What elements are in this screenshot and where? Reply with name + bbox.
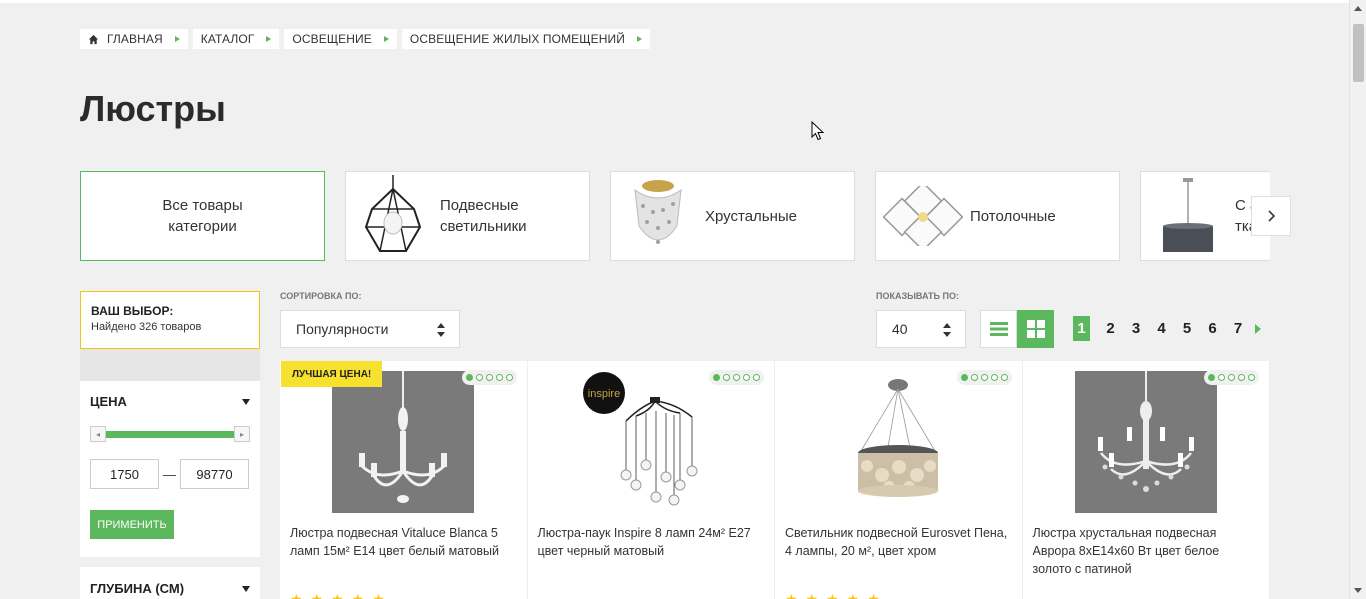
breadcrumb-arrow-icon [636, 36, 642, 42]
product-name[interactable]: Люстра-паук Inspire 8 ламп 24м² E27 цвет… [538, 524, 765, 560]
price-range-track [99, 431, 241, 438]
page-5[interactable]: 5 [1175, 316, 1200, 341]
compare-dots[interactable] [956, 370, 1012, 385]
price-range-slider[interactable]: ◂ ▸ [90, 426, 250, 442]
grid-view-button[interactable] [1017, 310, 1054, 348]
list-view-button[interactable] [980, 310, 1017, 348]
best-price-badge: ЛУЧШАЯ ЦЕНА! [281, 361, 383, 387]
category-ceiling[interactable]: Потолочные [875, 171, 1120, 261]
rating-stars: ★★★★★ [785, 591, 888, 599]
category-label: Потолочные [970, 207, 1056, 225]
svg-text:inspire: inspire [588, 388, 620, 400]
vertical-scrollbar[interactable] [1349, 0, 1366, 599]
breadcrumb-label: ГЛАВНАЯ [107, 32, 163, 46]
product-card[interactable]: ЛУЧШАЯ ЦЕНА! Люстра подвесная Vitaluce B… [280, 361, 528, 599]
scroll-up-icon[interactable] [1354, 6, 1362, 11]
price-max-input[interactable]: 98770 [180, 459, 249, 489]
grid-view-icon [1026, 320, 1045, 338]
category-label: Подвесные светильники [440, 197, 527, 235]
product-image[interactable] [1074, 371, 1217, 513]
caret-down-icon [242, 398, 250, 405]
pendant-cage-lamp-icon [352, 173, 434, 259]
perpage-select[interactable]: 40 [876, 310, 966, 348]
ceiling-led-lamp-icon [882, 173, 964, 259]
perpage-label: ПОКАЗЫВАТЬ ПО: [876, 291, 959, 301]
category-label: Все товары категории [162, 197, 243, 235]
breadcrumb-lighting[interactable]: ОСВЕЩЕНИЕ [284, 29, 397, 49]
price-min-handle[interactable]: ◂ [90, 426, 106, 442]
list-view-icon [989, 322, 1008, 336]
product-card[interactable]: Люстра хрустальная подвесная Аврора 8хЕ1… [1022, 361, 1270, 599]
compare-dots[interactable] [1204, 370, 1259, 385]
depth-filter-header[interactable]: ГЛУБИНА (СМ) [90, 581, 250, 596]
product-name[interactable]: Светильник подвесной Eurosvet Пена, 4 ла… [785, 524, 1012, 560]
breadcrumb-home[interactable]: ГЛАВНАЯ [80, 29, 188, 49]
category-carousel: Все товары категории Подвесные светильни… [80, 171, 1270, 261]
breadcrumb-arrow-icon [266, 36, 272, 42]
product-grid: ЛУЧШАЯ ЦЕНА! Люстра подвесная Vitaluce B… [280, 361, 1270, 599]
page-4[interactable]: 4 [1149, 316, 1174, 341]
sort-select[interactable]: Популярности [280, 310, 460, 348]
next-page-icon[interactable] [1255, 323, 1261, 334]
product-card[interactable]: Светильник подвесной Eurosvet Пена, 4 ла… [775, 361, 1023, 599]
rating-stars: ★★★★★ [290, 591, 393, 599]
page-2[interactable]: 2 [1098, 316, 1123, 341]
page-1[interactable]: 1 [1073, 316, 1090, 341]
category-pendant[interactable]: Подвесные светильники [345, 171, 590, 261]
chevron-right-icon [1268, 210, 1275, 222]
page-7[interactable]: 7 [1226, 316, 1251, 341]
breadcrumb-arrow-icon [383, 36, 389, 42]
page-title: Люстры [80, 88, 226, 129]
perpage-value: 40 [892, 321, 908, 337]
home-icon [88, 34, 99, 44]
page-6[interactable]: 6 [1200, 316, 1225, 341]
carousel-next-button[interactable] [1251, 196, 1291, 236]
price-filter-header[interactable]: ЦЕНА [90, 394, 250, 409]
select-arrows-icon [943, 323, 951, 337]
breadcrumb-label: ОСВЕЩЕНИЕ ЖИЛЫХ ПОМЕЩЕНИЙ [409, 32, 625, 46]
sidebar-spacer [80, 349, 260, 381]
price-max-handle[interactable]: ▸ [234, 426, 250, 442]
top-strip [0, 0, 1349, 3]
price-range-dash: — [163, 466, 176, 482]
apply-button[interactable]: ПРИМЕНИТЬ [90, 510, 174, 539]
breadcrumb-catalog[interactable]: КАТАЛОГ [192, 29, 280, 49]
scrollbar-thumb[interactable] [1353, 24, 1364, 82]
category-crystal[interactable]: Хрустальные [610, 171, 855, 261]
product-image[interactable] [827, 371, 970, 513]
breadcrumb-label: КАТАЛОГ [200, 32, 255, 46]
category-all[interactable]: Все товары категории [80, 171, 325, 261]
pagination: 1 2 3 4 5 6 7 [1073, 316, 1261, 341]
selection-summary: ВАШ ВЫБОР: Найдено 326 товаров [80, 291, 260, 349]
scroll-down-icon[interactable] [1354, 588, 1362, 593]
results-count: Найдено 326 товаров [91, 321, 202, 333]
compare-dots[interactable] [461, 370, 517, 385]
sort-value: Популярности [296, 321, 389, 337]
product-image[interactable]: inspire [579, 371, 722, 513]
breadcrumb-arrow-icon [174, 36, 180, 42]
crystal-chandelier-icon [617, 173, 699, 259]
fabric-shade-lamp-icon [1147, 173, 1229, 259]
product-name[interactable]: Люстра хрустальная подвесная Аврора 8хЕ1… [1033, 524, 1260, 578]
compare-dots[interactable] [709, 370, 764, 385]
product-name[interactable]: Люстра подвесная Vitaluce Blanca 5 ламп … [290, 524, 517, 560]
mouse-cursor-icon [811, 121, 825, 141]
price-min-input[interactable]: 1750 [90, 459, 159, 489]
breadcrumb-label: ОСВЕЩЕНИЕ [292, 32, 372, 46]
depth-filter: ГЛУБИНА (СМ) [80, 567, 260, 599]
price-filter: ЦЕНА ◂ ▸ 1750 — 98770 ПРИМЕНИТЬ [80, 381, 260, 557]
caret-down-icon [242, 585, 250, 592]
sort-label: СОРТИРОВКА ПО: [280, 291, 362, 301]
selection-title: ВАШ ВЫБОР: [91, 304, 174, 318]
breadcrumb-residential-lighting[interactable]: ОСВЕЩЕНИЕ ЖИЛЫХ ПОМЕЩЕНИЙ [401, 29, 650, 49]
product-image[interactable] [332, 371, 475, 513]
page-3[interactable]: 3 [1124, 316, 1149, 341]
price-filter-title: ЦЕНА [90, 394, 127, 409]
depth-filter-title: ГЛУБИНА (СМ) [90, 581, 185, 596]
select-arrows-icon [437, 323, 445, 337]
breadcrumb: ГЛАВНАЯ КАТАЛОГ ОСВЕЩЕНИЕ ОСВЕЩЕНИЕ ЖИЛЫ… [80, 29, 650, 49]
product-card[interactable]: inspire Люстра-паук Inspire 8 ламп 24м² … [527, 361, 775, 599]
category-label: Хрустальные [705, 207, 798, 225]
